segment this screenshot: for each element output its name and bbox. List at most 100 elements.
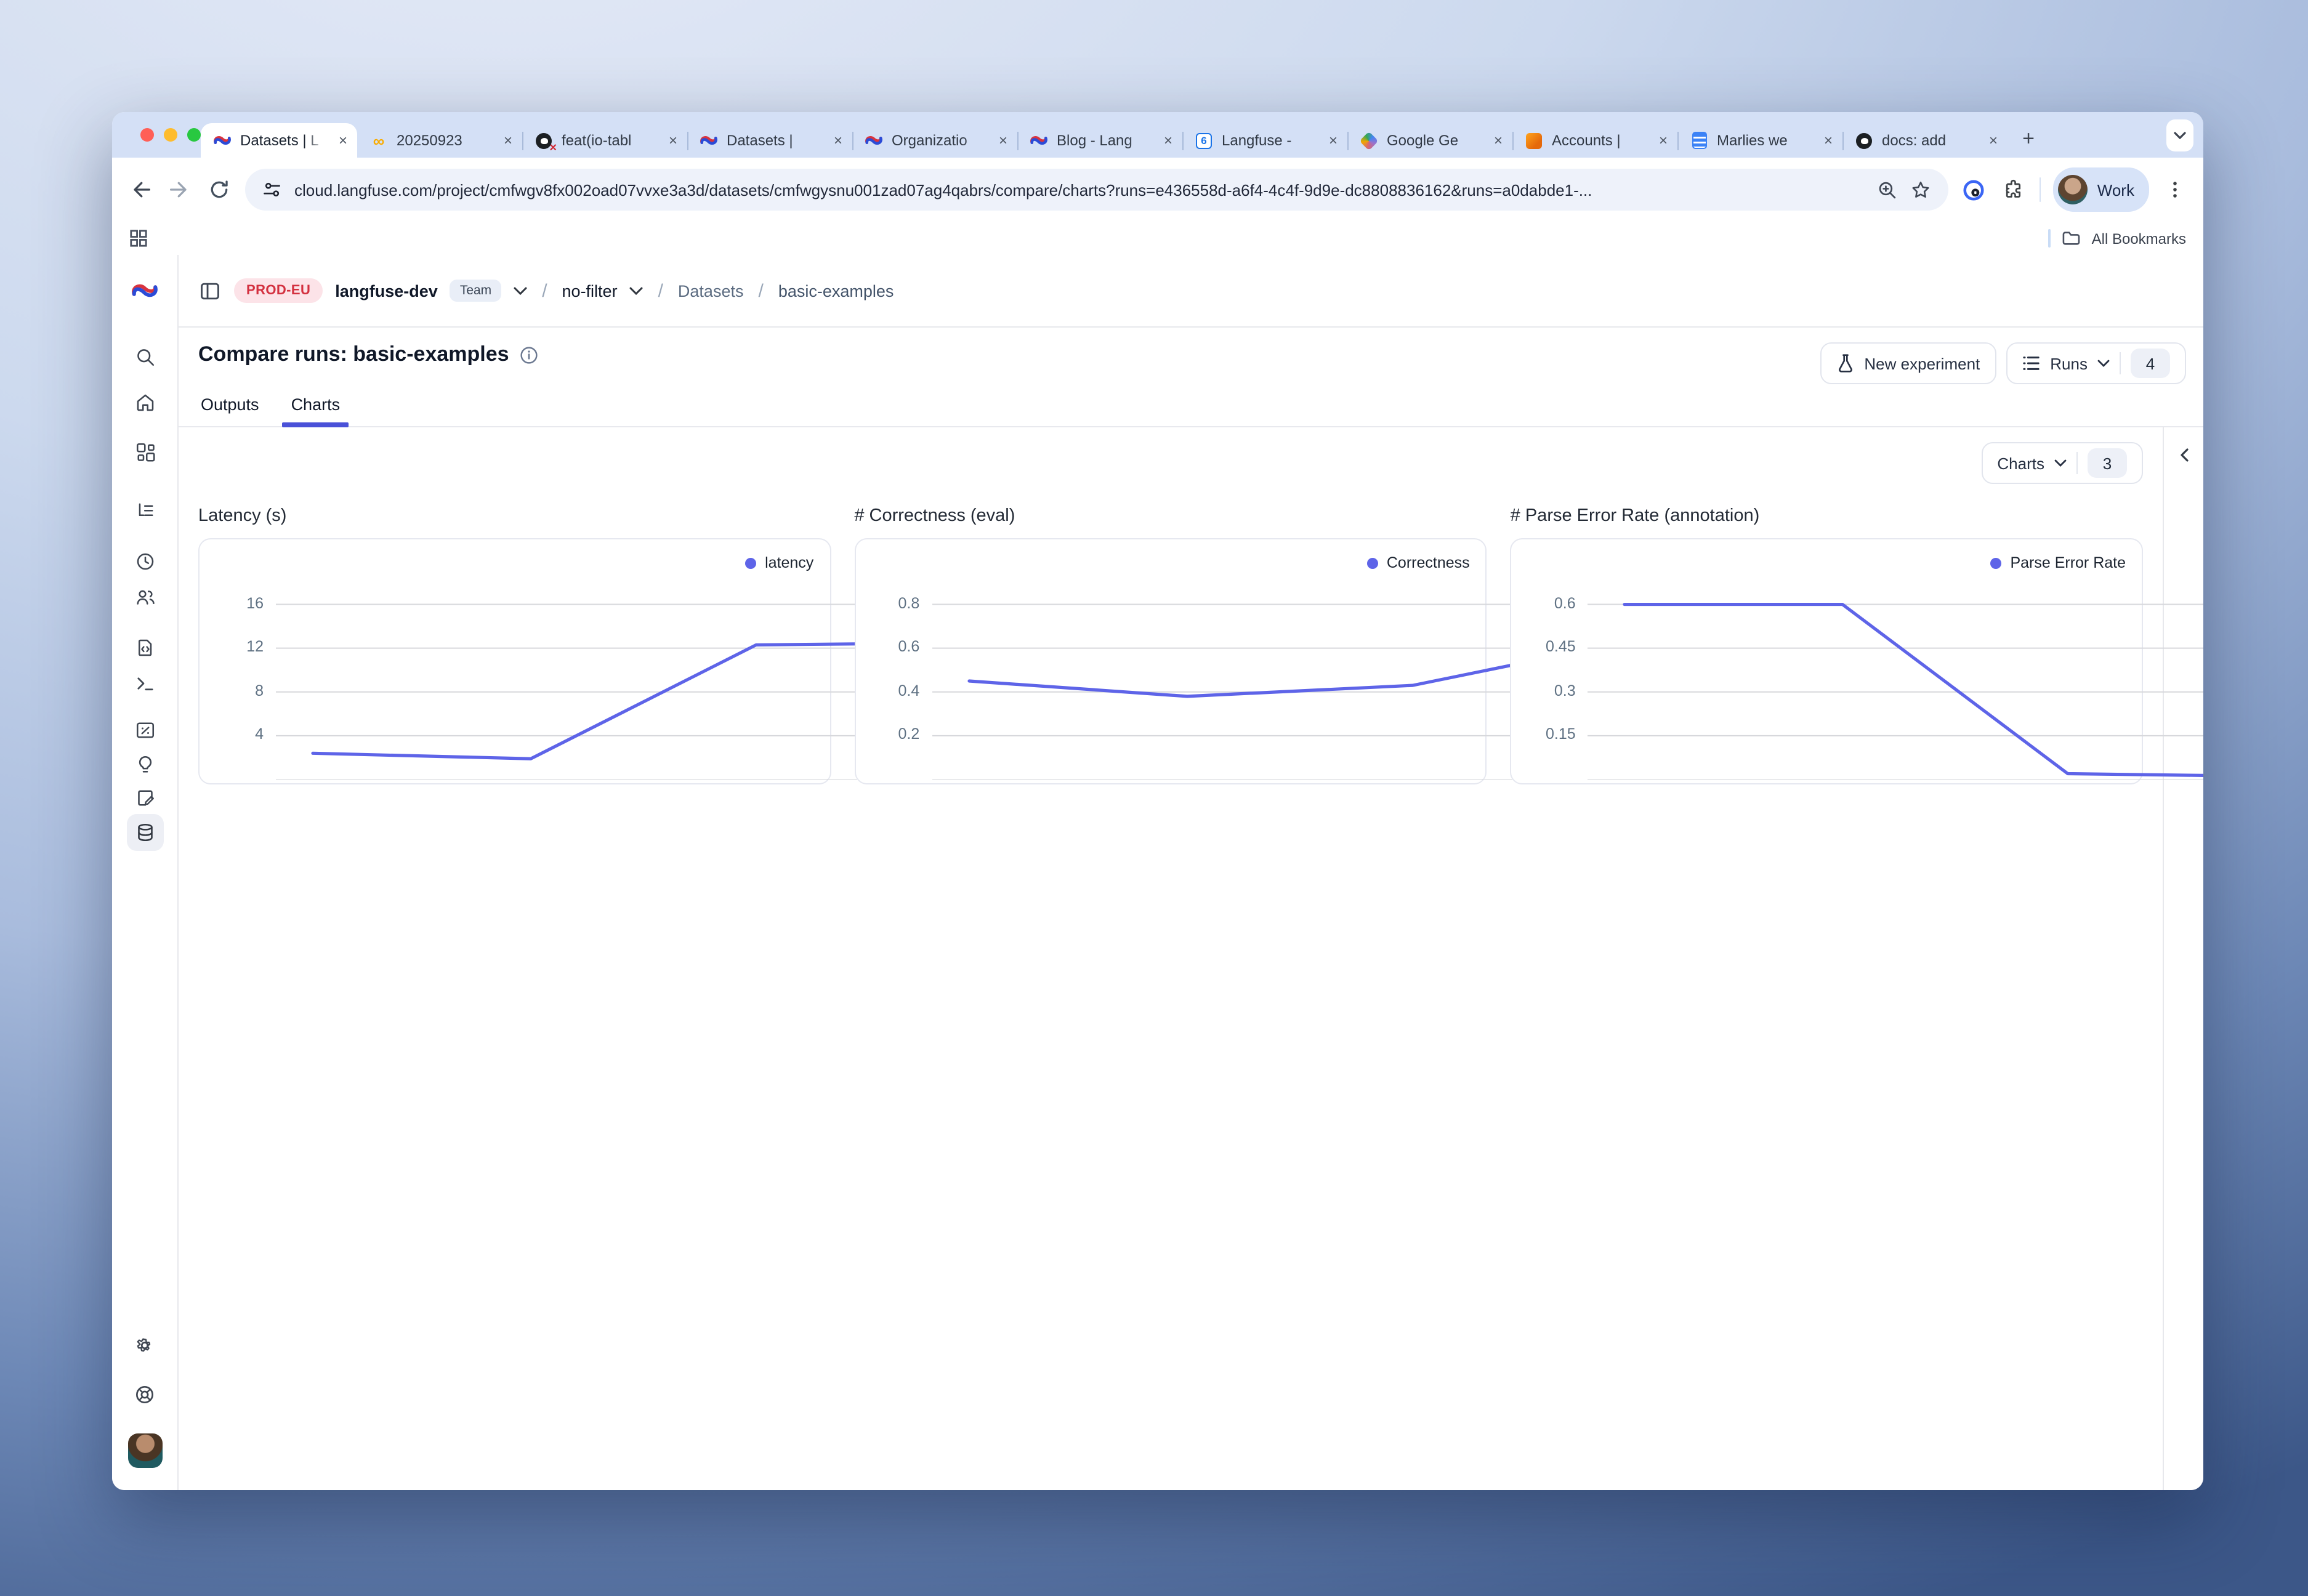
sidebar-item-dashboards[interactable]: [126, 433, 163, 470]
clock-icon: [134, 550, 156, 573]
breadcrumb-dataset-name[interactable]: basic-examples: [778, 281, 894, 300]
profile-name: Work: [2097, 180, 2134, 199]
browser-profile-button[interactable]: Work: [2053, 167, 2149, 212]
collapse-panel-button[interactable]: [2171, 442, 2196, 467]
sidebar-item-evaluation[interactable]: [126, 712, 163, 749]
page-head: Compare runs: basic-examples New experim…: [179, 328, 2203, 384]
browser-tab[interactable]: Blog - Lang×: [1017, 123, 1182, 158]
tab-close-icon[interactable]: ×: [669, 133, 677, 148]
zoom-page-icon[interactable]: [1877, 179, 1898, 200]
list-tree-icon: [134, 500, 156, 522]
browser-tab[interactable]: feat(io-tabl×: [522, 123, 687, 158]
lifebuoy-icon: [133, 1382, 156, 1406]
sidebar-item-users[interactable]: [126, 579, 163, 616]
maximize-window-button[interactable]: [187, 128, 201, 142]
tab-close-icon[interactable]: ×: [1989, 133, 1998, 148]
chart-correctness: # Correctness (eval) Correctness 0.20.40…: [854, 496, 1487, 784]
reload-button[interactable]: [206, 176, 233, 203]
github-failed-check-favicon-icon: [535, 131, 553, 150]
y-tick-label: 4: [200, 726, 264, 743]
forward-arrow-icon: [169, 179, 191, 201]
close-window-button[interactable]: [140, 128, 154, 142]
bookmark-star-icon[interactable]: [1910, 179, 1931, 200]
chart-title: # Correctness (eval): [854, 506, 1487, 526]
tab-title: 20250923: [397, 132, 495, 149]
user-avatar[interactable]: [127, 1433, 162, 1468]
tab-close-icon[interactable]: ×: [1824, 133, 1833, 148]
chart-title: Latency (s): [198, 506, 831, 526]
address-bar[interactable]: cloud.langfuse.com/project/cmfwgv8fx002o…: [245, 169, 1948, 211]
breadcrumb-org[interactable]: langfuse-dev: [335, 281, 438, 300]
sidebar-item-home[interactable]: [126, 384, 163, 421]
back-button[interactable]: [127, 176, 154, 203]
tab-close-icon[interactable]: ×: [1329, 133, 1338, 148]
tab-close-icon[interactable]: ×: [1659, 133, 1668, 148]
url-text[interactable]: cloud.langfuse.com/project/cmfwgv8fx002o…: [294, 180, 1865, 199]
page-tabs: Outputs Charts: [179, 384, 2203, 427]
browser-tab[interactable]: Datasets | L×: [201, 123, 357, 158]
extensions-puzzle-icon[interactable]: [2000, 176, 2027, 203]
desktop-wallpaper: Datasets | L×∞20250923×feat(io-tabl×Data…: [0, 0, 2308, 1596]
home-icon: [134, 392, 156, 414]
tab-outputs[interactable]: Outputs: [198, 395, 262, 426]
panel-toggle-icon[interactable]: [198, 279, 222, 302]
browser-tab[interactable]: Accounts |×: [1512, 123, 1677, 158]
sidebar-item-search[interactable]: [126, 339, 163, 376]
chevron-down-icon: [2097, 360, 2110, 367]
sidebar-item-support[interactable]: [126, 1376, 163, 1413]
site-settings-icon[interactable]: [262, 180, 282, 200]
new-tab-button[interactable]: +: [2012, 123, 2044, 155]
tab-search-button[interactable]: [2166, 119, 2193, 151]
sidebar-item-tracing[interactable]: [126, 493, 163, 530]
runs-selector-button[interactable]: Runs 4: [2006, 342, 2186, 384]
sidebar-item-settings[interactable]: [126, 1326, 163, 1363]
tab-close-icon[interactable]: ×: [834, 133, 842, 148]
browser-toolbar: cloud.langfuse.com/project/cmfwgv8fx002o…: [112, 158, 2203, 222]
tab-title: Datasets |: [727, 132, 825, 149]
browser-tab[interactable]: Google Ge×: [1347, 123, 1512, 158]
charts-selector-button[interactable]: Charts 3: [1981, 442, 2143, 484]
breadcrumb-datasets-link[interactable]: Datasets: [678, 281, 744, 300]
info-icon[interactable]: [520, 345, 539, 364]
chevron-down-icon[interactable]: [514, 286, 527, 295]
chart-parse-error-rate: # Parse Error Rate (annotation) Parse Er…: [1511, 496, 2143, 784]
sidebar-item-annotation-queues[interactable]: [126, 780, 163, 816]
sidebar-item-insights[interactable]: [126, 746, 163, 783]
browser-tab[interactable]: Datasets | ×: [687, 123, 852, 158]
sidebar-item-prompts[interactable]: [126, 629, 163, 666]
tab-title: docs: add: [1882, 132, 1980, 149]
all-bookmarks-button[interactable]: All Bookmarks: [2092, 230, 2186, 247]
chevron-down-icon[interactable]: [630, 286, 644, 295]
browser-menu-button[interactable]: [2161, 176, 2189, 203]
sidebar-item-datasets[interactable]: [126, 814, 163, 851]
flask-icon: [1836, 353, 1854, 373]
minimize-window-button[interactable]: [164, 128, 177, 142]
breadcrumb-separator: /: [656, 280, 666, 301]
apps-grid-icon[interactable]: [129, 229, 148, 248]
y-tick-label: 0.2: [855, 726, 919, 743]
langfuse-logo[interactable]: [112, 255, 177, 326]
tab-close-icon[interactable]: ×: [999, 133, 1007, 148]
browser-tab[interactable]: 6Langfuse -×: [1182, 123, 1347, 158]
back-arrow-icon: [129, 179, 151, 201]
sidebar-item-playground[interactable]: [126, 665, 163, 702]
tab-close-icon[interactable]: ×: [1164, 133, 1172, 148]
browser-tab[interactable]: ∞20250923×: [357, 123, 522, 158]
breadcrumb-project[interactable]: no-filter: [562, 281, 618, 300]
tab-charts[interactable]: Charts: [289, 395, 343, 426]
users-icon: [134, 586, 156, 608]
password-manager-icon[interactable]: [1961, 176, 1988, 203]
y-tick-label: 8: [200, 682, 264, 699]
forward-button[interactable]: [166, 176, 193, 203]
browser-tab[interactable]: Organizatio×: [852, 123, 1017, 158]
browser-tab[interactable]: docs: add ×: [1842, 123, 2007, 158]
browser-tab[interactable]: Marlies we×: [1677, 123, 1842, 158]
langfuse-app: PROD-EU langfuse-dev Team / no-filter / …: [112, 255, 2203, 1490]
new-experiment-button[interactable]: New experiment: [1820, 342, 1996, 384]
sidebar-item-sessions[interactable]: [126, 543, 163, 580]
browser-window: Datasets | L×∞20250923×feat(io-tabl×Data…: [112, 112, 2203, 1490]
tab-close-icon[interactable]: ×: [339, 133, 347, 148]
google-calendar-favicon-icon: 6: [1196, 132, 1212, 148]
tab-close-icon[interactable]: ×: [1494, 133, 1503, 148]
tab-close-icon[interactable]: ×: [504, 133, 512, 148]
